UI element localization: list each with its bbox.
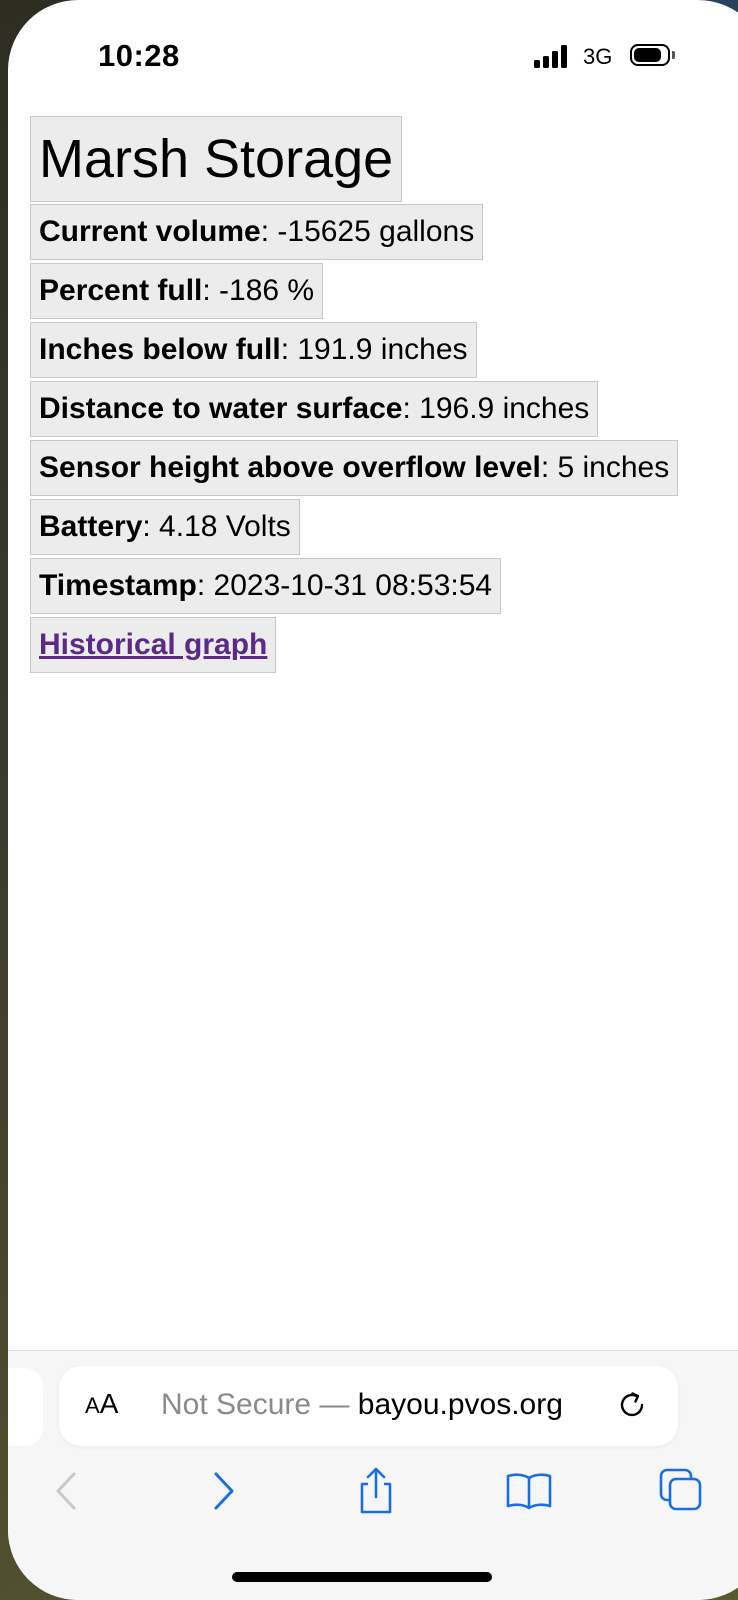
field-label: Sensor height above overflow level bbox=[39, 451, 541, 484]
field-inches-below-full: Inches below full: 191.9 inches bbox=[30, 322, 477, 378]
browser-toolbar: AA Not Secure — bayou.pvos.org bbox=[8, 1350, 738, 1600]
field-row: Distance to water surface: 196.9 inches bbox=[30, 381, 738, 440]
share-icon[interactable] bbox=[351, 1466, 401, 1516]
field-battery: Battery: 4.18 Volts bbox=[30, 499, 300, 555]
reload-icon[interactable] bbox=[615, 1388, 649, 1422]
field-distance-to-water: Distance to water surface: 196.9 inches bbox=[30, 381, 599, 437]
field-label: Battery bbox=[39, 510, 143, 543]
field-label: Timestamp bbox=[39, 569, 197, 602]
field-row: Timestamp: 2023-10-31 08:53:54 bbox=[30, 558, 738, 617]
battery-icon bbox=[630, 44, 675, 68]
field-row: Inches below full: 191.9 inches bbox=[30, 322, 738, 381]
field-timestamp: Timestamp: 2023-10-31 08:53:54 bbox=[30, 558, 502, 614]
web-page-content: Marsh Storage Current volume: -15625 gal… bbox=[30, 116, 738, 676]
field-label: Distance to water surface bbox=[39, 392, 403, 425]
historical-graph-link[interactable]: Historical graph bbox=[39, 628, 267, 661]
address-bar[interactable]: AA Not Secure — bayou.pvos.org bbox=[59, 1366, 678, 1446]
link-row: Historical graph bbox=[30, 617, 738, 676]
field-current-volume: Current volume: -15625 gallons bbox=[30, 204, 484, 260]
historical-graph-container: Historical graph bbox=[30, 617, 277, 673]
previous-tab-preview[interactable] bbox=[8, 1368, 43, 1446]
field-label: Inches below full bbox=[39, 333, 281, 366]
text-size-large-a: A bbox=[99, 1388, 119, 1419]
field-value: : -186 % bbox=[202, 274, 315, 307]
text-size-button[interactable]: AA bbox=[85, 1388, 118, 1420]
chevron-left-icon[interactable] bbox=[44, 1466, 94, 1516]
status-time: 10:28 bbox=[98, 38, 180, 73]
security-label: Not Secure — bbox=[161, 1388, 350, 1421]
field-percent-full: Percent full: -186 % bbox=[30, 263, 324, 319]
network-type: 3G bbox=[583, 44, 613, 69]
field-value: : 2023-10-31 08:53:54 bbox=[196, 569, 493, 602]
chevron-right-icon[interactable] bbox=[198, 1466, 248, 1516]
cellular-signal-icon bbox=[534, 44, 572, 68]
book-icon[interactable] bbox=[504, 1466, 554, 1516]
field-label: Percent full bbox=[39, 274, 203, 307]
url-display[interactable]: Not Secure — bayou.pvos.org bbox=[161, 1388, 563, 1422]
tabs-icon[interactable] bbox=[656, 1466, 706, 1516]
field-row: Sensor height above overflow level: 5 in… bbox=[30, 440, 738, 499]
field-value: : 4.18 Volts bbox=[142, 510, 291, 543]
field-row: Current volume: -15625 gallons bbox=[30, 204, 738, 263]
domain-label: bayou.pvos.org bbox=[357, 1388, 563, 1421]
field-value: : 191.9 inches bbox=[280, 333, 468, 366]
field-label: Current volume bbox=[39, 215, 261, 248]
status-bar: 10:28 3G bbox=[8, 0, 738, 110]
page-title: Marsh Storage bbox=[30, 116, 403, 202]
home-indicator[interactable] bbox=[232, 1572, 492, 1582]
field-row: Battery: 4.18 Volts bbox=[30, 499, 738, 558]
field-value: : 5 inches bbox=[540, 451, 670, 484]
phone-screen: 10:28 3G Marsh Storage Current volume: -… bbox=[8, 0, 738, 1600]
field-sensor-height: Sensor height above overflow level: 5 in… bbox=[30, 440, 679, 496]
field-value: : -15625 gallons bbox=[260, 215, 475, 248]
text-size-small-a: A bbox=[85, 1393, 100, 1418]
field-row: Percent full: -186 % bbox=[30, 263, 738, 322]
field-value: : 196.9 inches bbox=[402, 392, 590, 425]
